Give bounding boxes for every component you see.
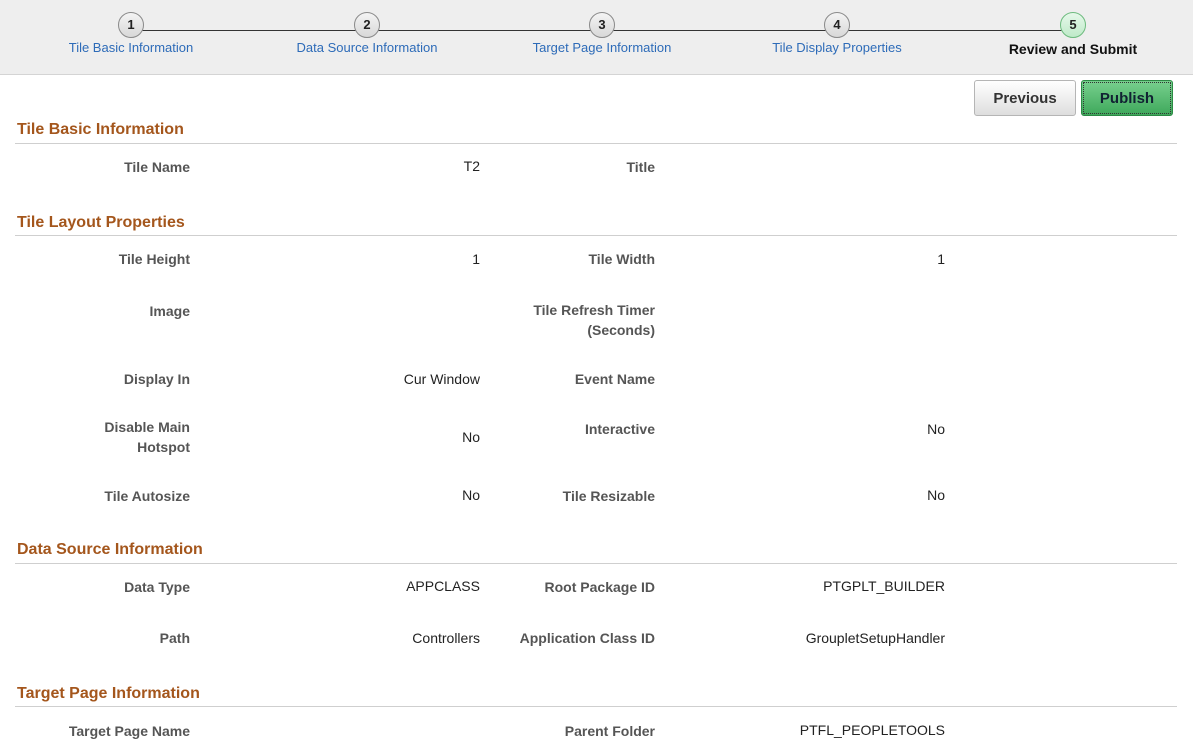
disable-main-hotspot-label: Disable Main Hotspot <box>104 417 190 457</box>
title-label: Title <box>626 159 655 175</box>
section-title-data-source-information: Data Source Information <box>17 541 203 558</box>
step-link-data-source-information[interactable]: Data Source Information <box>267 40 467 56</box>
interactive-value: No <box>927 421 945 437</box>
tile-autosize-label: Tile Autosize <box>104 488 190 504</box>
path-label: Path <box>159 630 190 646</box>
tile-refresh-timer-label: Tile Refresh Timer (Seconds) <box>533 300 655 340</box>
data-type-value: APPCLASS <box>406 578 480 594</box>
parent-folder-label: Parent Folder <box>564 723 655 739</box>
tile-refresh-timer-label-line-2: (Seconds) <box>587 322 655 338</box>
section-title-target-page-information: Target Page Information <box>17 685 200 702</box>
train-step-5-current: 5 Review and Submit <box>973 12 1173 57</box>
disable-main-hotspot-value: No <box>462 429 480 445</box>
root-package-id-label: Root Package ID <box>544 579 655 595</box>
image-label: Image <box>149 303 190 319</box>
step-link-target-page-information[interactable]: Target Page Information <box>502 40 702 56</box>
disable-main-hotspot-label-line-2: Hotspot <box>137 439 190 455</box>
parent-folder-value: PTFL_PEOPLETOOLS <box>799 722 945 738</box>
step-link-tile-display-properties[interactable]: Tile Display Properties <box>737 40 937 56</box>
target-page-name-label: Target Page Name <box>68 723 190 739</box>
disable-main-hotspot-label-line-1: Disable Main <box>104 419 190 435</box>
tile-height-value: 1 <box>472 251 480 267</box>
step-number-1[interactable]: 1 <box>118 12 144 38</box>
section-title-tile-basic-information: Tile Basic Information <box>17 121 184 138</box>
step-number-5: 5 <box>1060 12 1086 38</box>
section-title-tile-layout-properties: Tile Layout Properties <box>17 214 185 231</box>
section-divider <box>15 235 1177 236</box>
application-class-id-label: Application Class ID <box>519 630 655 646</box>
previous-button[interactable]: Previous <box>974 80 1076 116</box>
tile-name-value: T2 <box>463 158 480 174</box>
application-class-id-value: GroupletSetupHandler <box>805 630 945 646</box>
display-in-label: Display In <box>123 371 190 387</box>
event-name-label: Event Name <box>574 371 655 387</box>
train-step-2[interactable]: 2 Data Source Information <box>267 12 467 56</box>
path-value: Controllers <box>412 630 480 646</box>
tile-width-label: Tile Width <box>588 251 656 267</box>
tile-name-label: Tile Name <box>124 159 190 175</box>
root-package-id-value: PTGPLT_BUILDER <box>823 578 945 594</box>
step-number-4[interactable]: 4 <box>824 12 850 38</box>
section-divider <box>15 706 1177 707</box>
section-divider <box>15 143 1177 144</box>
tile-resizable-value: No <box>927 487 945 503</box>
publish-button[interactable]: Publish <box>1081 80 1173 116</box>
display-in-value: Cur Window <box>403 371 480 387</box>
data-type-label: Data Type <box>124 579 190 595</box>
train-step-4[interactable]: 4 Tile Display Properties <box>737 12 937 56</box>
tile-resizable-label: Tile Resizable <box>562 488 655 504</box>
tile-width-value: 1 <box>937 251 945 267</box>
section-divider <box>15 563 1177 564</box>
step-label-review-and-submit: Review and Submit <box>1008 41 1138 57</box>
tile-autosize-value: No <box>462 487 480 503</box>
tile-refresh-timer-label-line-1: Tile Refresh Timer <box>533 302 655 318</box>
train-stop-navigation: 1 Tile Basic Information 2 Data Source I… <box>0 0 1193 75</box>
tile-height-label: Tile Height <box>118 251 190 267</box>
interactive-label: Interactive <box>584 421 655 437</box>
step-number-3[interactable]: 3 <box>589 12 615 38</box>
step-link-tile-basic-information[interactable]: Tile Basic Information <box>31 40 231 56</box>
train-step-1[interactable]: 1 Tile Basic Information <box>31 12 231 56</box>
train-step-3[interactable]: 3 Target Page Information <box>502 12 702 56</box>
step-number-2[interactable]: 2 <box>354 12 380 38</box>
